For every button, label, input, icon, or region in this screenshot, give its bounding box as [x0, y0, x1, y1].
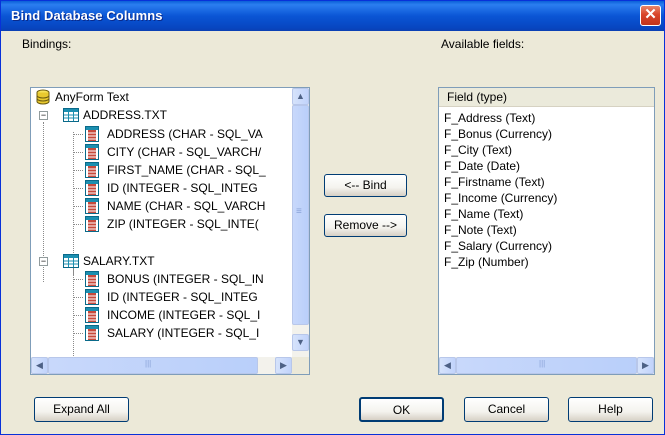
field-list-item[interactable]: F_Zip (Number) [444, 254, 529, 270]
chevron-left-icon: ◀ [444, 360, 451, 370]
chevron-left-icon: ◀ [36, 360, 43, 370]
tree-column-item[interactable]: INCOME (INTEGER - SQL_I [33, 306, 283, 324]
tree-column-label: SALARY (INTEGER - SQL_I [107, 326, 260, 340]
chevron-right-icon: ▶ [280, 360, 287, 370]
column-header-label: Field (type) [447, 90, 508, 104]
grip-icon: ≡ [296, 206, 302, 217]
tree-table-label: SALARY.TXT [83, 254, 155, 268]
tree-root-label: AnyForm Text [55, 90, 129, 104]
scroll-left-button[interactable]: ◀ [31, 357, 48, 374]
chevron-right-icon: ▶ [642, 360, 649, 370]
tree-table-address[interactable]: − ADDRESS.TXT [33, 106, 283, 124]
field-list-item[interactable]: F_Date (Date) [444, 158, 520, 174]
scroll-down-button[interactable]: ▼ [292, 334, 309, 351]
bindings-label: Bindings: [22, 37, 72, 51]
field-list-item[interactable]: F_Firstname (Text) [444, 174, 545, 190]
bind-button[interactable]: <-- Bind [324, 174, 407, 197]
column-icon [85, 289, 99, 305]
close-icon: ✕ [644, 6, 657, 23]
column-icon [85, 216, 99, 232]
tree-root[interactable]: AnyForm Text [33, 88, 283, 106]
remove-button[interactable]: Remove --> [324, 214, 407, 237]
field-list-item[interactable]: F_City (Text) [444, 142, 512, 158]
field-list-item[interactable]: F_Address (Text) [444, 110, 535, 126]
chevron-up-icon: ▲ [296, 91, 305, 101]
tree-column-label: ID (INTEGER - SQL_INTEG [107, 181, 258, 195]
tree-column-label: FIRST_NAME (CHAR - SQL_ [107, 163, 266, 177]
grip-icon: ||| [145, 359, 152, 368]
scroll-right-button[interactable]: ▶ [275, 357, 292, 374]
database-icon [36, 89, 50, 105]
tree-column-label: ID (INTEGER - SQL_INTEG [107, 290, 258, 304]
collapse-icon[interactable]: − [39, 257, 48, 266]
tree-column-item[interactable]: ZIP (INTEGER - SQL_INTE( [33, 215, 283, 233]
field-list-item[interactable]: F_Name (Text) [444, 206, 523, 222]
field-list-item[interactable]: F_Income (Currency) [444, 190, 557, 206]
bindings-tree[interactable]: AnyForm Text − ADDRESS.TXT ADDRESS (CHAR… [30, 87, 310, 375]
field-list-item[interactable]: F_Salary (Currency) [444, 238, 552, 254]
scroll-right-button[interactable]: ▶ [637, 357, 654, 374]
scrollbar-corner [292, 357, 309, 374]
tree-column-label: NAME (CHAR - SQL_VARCH [107, 199, 266, 213]
help-button[interactable]: Help [568, 397, 653, 422]
available-fields-list[interactable]: Field (type) F_Address (Text) F_Bonus (C… [438, 87, 655, 375]
table-icon [63, 108, 79, 122]
table-icon [63, 254, 79, 268]
tree-column-label: ADDRESS (CHAR - SQL_VA [107, 127, 263, 141]
field-type-column-header[interactable]: Field (type) [439, 88, 654, 107]
cancel-button[interactable]: Cancel [464, 397, 549, 422]
expand-all-button[interactable]: Expand All [34, 397, 129, 422]
tree-column-item[interactable]: ID (INTEGER - SQL_INTEG [33, 288, 283, 306]
tree-table-salary[interactable]: − SALARY.TXT [33, 252, 283, 270]
scroll-up-button[interactable]: ▲ [292, 88, 309, 105]
tree-horizontal-scrollbar[interactable]: ◀ ||| ▶ [31, 357, 292, 374]
collapse-icon[interactable]: − [39, 111, 48, 120]
title-bar[interactable]: Bind Database Columns ✕ [1, 1, 664, 31]
column-icon [85, 144, 99, 160]
tree-column-label: INCOME (INTEGER - SQL_I [107, 308, 261, 322]
grip-icon: ||| [539, 359, 546, 368]
tree-column-label: CITY (CHAR - SQL_VARCH/ [107, 145, 262, 159]
tree-column-item[interactable]: FIRST_NAME (CHAR - SQL_ [33, 161, 283, 179]
dialog-title: Bind Database Columns [11, 8, 163, 23]
chevron-down-icon: ▼ [296, 337, 305, 347]
column-icon [85, 162, 99, 178]
scroll-left-button[interactable]: ◀ [439, 357, 456, 374]
column-icon [85, 180, 99, 196]
tree-vertical-scrollbar[interactable]: ▲ ≡ ▼ [292, 88, 309, 357]
column-icon [85, 271, 99, 287]
available-fields-label: Available fields: [441, 37, 525, 51]
bind-database-columns-dialog: Bind Database Columns ✕ Bindings: Availa… [0, 0, 665, 435]
scroll-thumb[interactable]: ||| [48, 357, 258, 374]
column-icon [85, 325, 99, 341]
tree-column-item[interactable]: NAME (CHAR - SQL_VARCH [33, 197, 283, 215]
field-list-item[interactable]: F_Bonus (Currency) [444, 126, 552, 142]
tree-column-item[interactable]: BONUS (INTEGER - SQL_IN [33, 270, 283, 288]
field-list-item[interactable]: F_Note (Text) [444, 222, 517, 238]
column-icon [85, 307, 99, 323]
column-icon [85, 126, 99, 142]
ok-button[interactable]: OK [359, 397, 444, 422]
tree-column-item[interactable]: ID (INTEGER - SQL_INTEG [33, 179, 283, 197]
tree-column-label: ZIP (INTEGER - SQL_INTE( [107, 217, 259, 231]
close-button[interactable]: ✕ [640, 5, 661, 26]
scroll-thumb[interactable]: ||| [456, 357, 637, 374]
scroll-thumb[interactable]: ≡ [292, 105, 309, 325]
column-icon [85, 198, 99, 214]
tree-column-label: BONUS (INTEGER - SQL_IN [107, 272, 264, 286]
tree-column-item[interactable]: SALARY (INTEGER - SQL_I [33, 324, 283, 342]
tree-column-item[interactable]: ADDRESS (CHAR - SQL_VA [33, 125, 283, 143]
tree-column-item[interactable]: CITY (CHAR - SQL_VARCH/ [33, 143, 283, 161]
tree-table-label: ADDRESS.TXT [83, 108, 168, 122]
fields-horizontal-scrollbar[interactable]: ◀ ||| ▶ [439, 357, 654, 374]
